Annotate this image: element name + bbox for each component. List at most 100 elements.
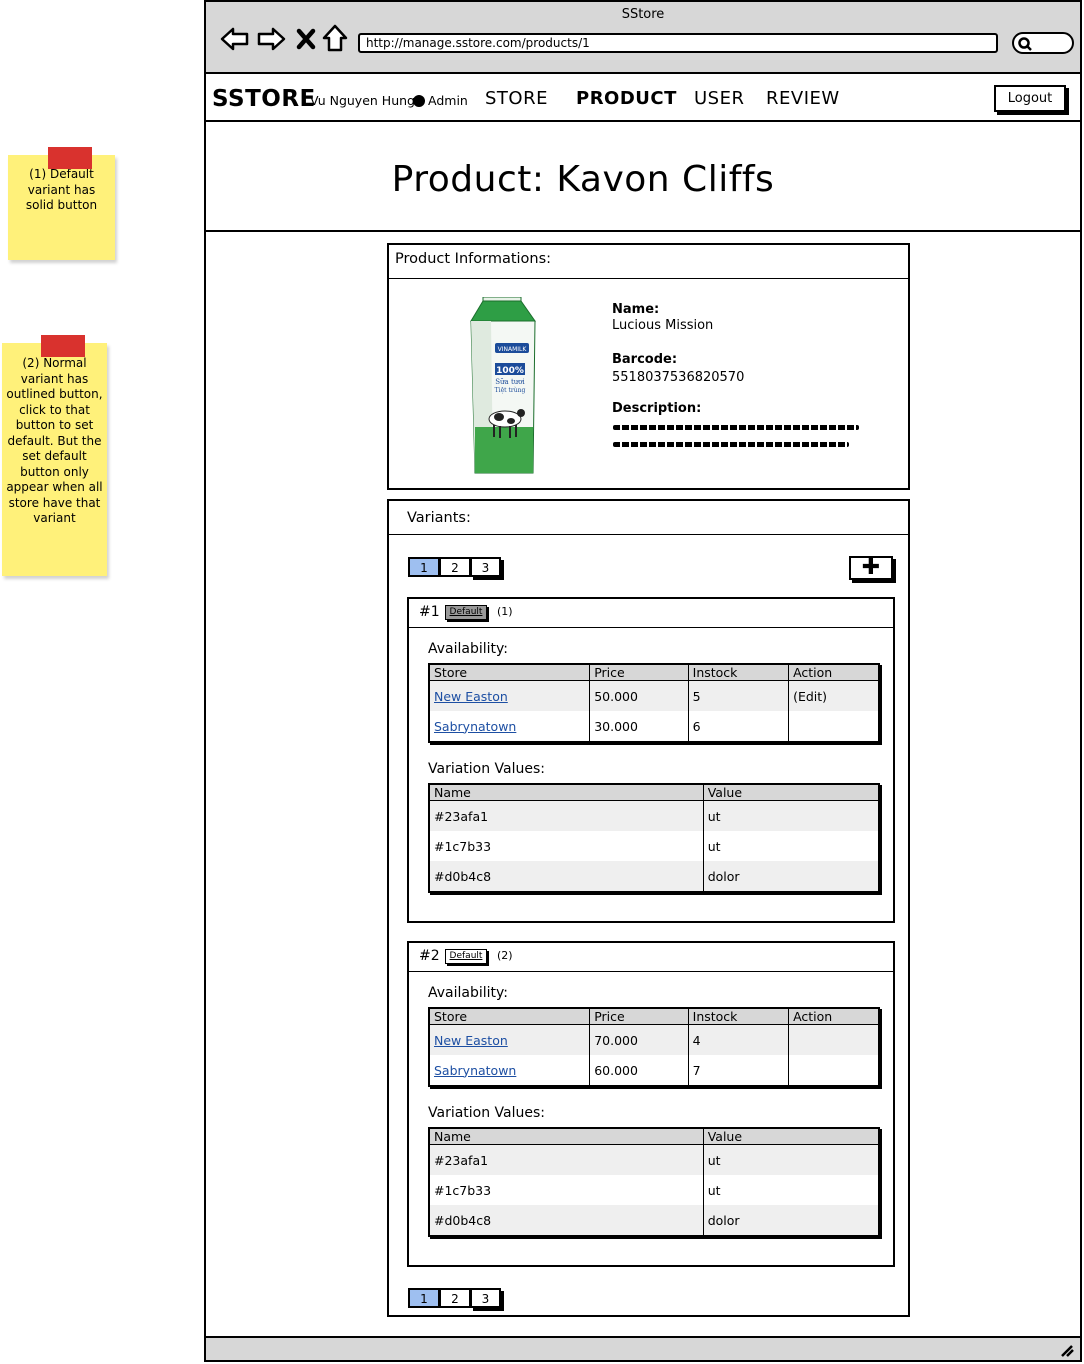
product-info-heading: Product Informations: (395, 251, 552, 267)
barcode-label: Barcode: (612, 352, 678, 367)
value-name-cell: #1c7b33 (434, 1182, 492, 1198)
table-row: #1c7b33 ut (429, 831, 879, 861)
variants-panel: Variants: 1 2 3 ✚ #1 Default (1) Availab… (387, 499, 910, 1317)
table-row: New Easton 70.000 4 (429, 1024, 879, 1055)
table-header-row: Store Price Instock Action (429, 1008, 879, 1025)
variant-card: #1 Default (1) Availability: Store Price… (407, 597, 895, 923)
stop-icon[interactable] (296, 28, 316, 50)
divider (409, 627, 893, 628)
note-tape (47, 147, 92, 169)
logout-button[interactable]: Logout (994, 85, 1066, 112)
action-cell (788, 711, 879, 742)
instock-cell: 7 (687, 1055, 789, 1086)
store-link[interactable]: New Easton (434, 1033, 508, 1048)
add-variant-button[interactable]: ✚ (849, 556, 893, 580)
nav-review[interactable]: REVIEW (766, 88, 840, 109)
variant-card: #2 Default (2) Availability: Store Price… (407, 941, 895, 1267)
sticky-note-normal: (2) Normal variant has outlined button, … (2, 335, 107, 576)
description-placeholder (613, 425, 859, 430)
search-icon (1018, 37, 1032, 51)
pagination-bottom: 1 2 3 (408, 1288, 501, 1310)
pagination-top: 1 2 3 (408, 557, 501, 579)
col-value: Value (702, 784, 879, 801)
nav-user[interactable]: USER (694, 88, 744, 109)
page-2-button[interactable]: 2 (439, 1288, 470, 1308)
note-reference: (1) (497, 605, 513, 618)
description-placeholder (613, 442, 849, 447)
forward-arrow-icon[interactable] (256, 26, 286, 52)
price-cell: 50.000 (589, 680, 689, 711)
value-name-cell: #23afa1 (429, 1144, 704, 1175)
carton-line2-text: Tiệt trùng (495, 387, 526, 394)
window-title: SStore (621, 7, 665, 22)
page-3-button[interactable]: 3 (470, 557, 501, 577)
variant-number: #2 (419, 948, 440, 964)
table-row: #d0b4c8 dolor (429, 861, 879, 892)
variation-values-label: Variation Values: (428, 761, 546, 777)
title-bar: SStore http://manage.sstore.com/products… (206, 2, 1080, 74)
browser-window: SStore http://manage.sstore.com/products… (204, 0, 1082, 1362)
user-role: Admin (428, 93, 468, 108)
col-action: Action (788, 1008, 879, 1025)
availability-label: Availability: (428, 641, 509, 657)
table-row: New Easton 50.000 5 (Edit) (429, 680, 879, 711)
page-3-button[interactable]: 3 (470, 1288, 501, 1308)
table-row: Sabrynatown 30.000 6 (429, 711, 879, 742)
variation-values-table: Name Value #23afa1 ut #1c7b33 ut #d0b4c8… (428, 1127, 880, 1237)
value-name-cell: #1c7b33 (434, 838, 492, 854)
action-cell (788, 1024, 879, 1055)
nav-product[interactable]: PRODUCT (576, 88, 677, 109)
brand-logo[interactable]: SSTORE (212, 86, 316, 112)
col-store: Store (429, 664, 590, 681)
url-bar[interactable]: http://manage.sstore.com/products/1 (358, 33, 998, 53)
nav-store[interactable]: STORE (485, 88, 548, 109)
value-cell: ut (702, 800, 879, 831)
status-dot-icon (413, 95, 425, 107)
edit-action[interactable]: (Edit) (788, 680, 879, 711)
value-name-cell: #23afa1 (429, 800, 704, 831)
top-navbar: SSTORE Vu Nguyen Hung Admin STORE PRODUC… (206, 76, 1080, 122)
variant-number: #1 (419, 604, 440, 620)
product-info-panel: Product Informations: VINAMILK 100% Sữa … (387, 243, 910, 490)
plus-icon: ✚ (861, 555, 881, 580)
search-field[interactable] (1012, 32, 1074, 54)
availability-label: Availability: (428, 985, 509, 1001)
availability-table: Store Price Instock Action New Easton 70… (428, 1007, 880, 1087)
description-label: Description: (612, 401, 702, 416)
product-name: Lucious Mission (612, 318, 714, 333)
store-link[interactable]: Sabrynatown (434, 719, 516, 734)
set-default-button[interactable]: Default (445, 949, 487, 964)
page-title: Product: Kavon Cliffs (391, 159, 775, 200)
col-instock: Instock (687, 664, 789, 681)
default-button[interactable]: Default (445, 605, 487, 620)
store-link[interactable]: Sabrynatown (434, 1063, 516, 1078)
variation-values-label: Variation Values: (428, 1105, 546, 1121)
value-cell: dolor (702, 861, 879, 892)
carton-brand-text: VINAMILK (498, 346, 528, 353)
value-cell: dolor (702, 1205, 879, 1236)
table-row: #23afa1 ut (429, 1144, 879, 1175)
resize-grip-icon[interactable] (1058, 1343, 1074, 1357)
product-barcode: 5518037536820570 (612, 370, 745, 385)
divider (389, 278, 908, 279)
col-instock: Instock (687, 1008, 789, 1025)
page-2-button[interactable]: 2 (439, 557, 470, 577)
home-icon[interactable] (322, 24, 348, 52)
value-cell: ut (702, 831, 879, 861)
table-header-row: Name Value (429, 1128, 879, 1145)
page-1-button[interactable]: 1 (408, 1288, 439, 1308)
note-reference: (2) (497, 949, 513, 962)
page-header: Product: Kavon Cliffs (206, 125, 1080, 232)
instock-cell: 5 (687, 680, 789, 711)
value-name-cell: #d0b4c8 (429, 1205, 704, 1236)
page-1-button[interactable]: 1 (408, 557, 439, 577)
value-name-cell: #d0b4c8 (429, 861, 704, 892)
store-link[interactable]: New Easton (434, 689, 508, 704)
back-arrow-icon[interactable] (220, 26, 250, 52)
sticky-note-default: (1) Default variant has solid button (8, 147, 115, 260)
col-price: Price (589, 664, 689, 681)
col-price: Price (589, 1008, 689, 1025)
note-tape (40, 335, 85, 357)
price-cell: 70.000 (589, 1024, 689, 1055)
action-cell (788, 1055, 879, 1086)
